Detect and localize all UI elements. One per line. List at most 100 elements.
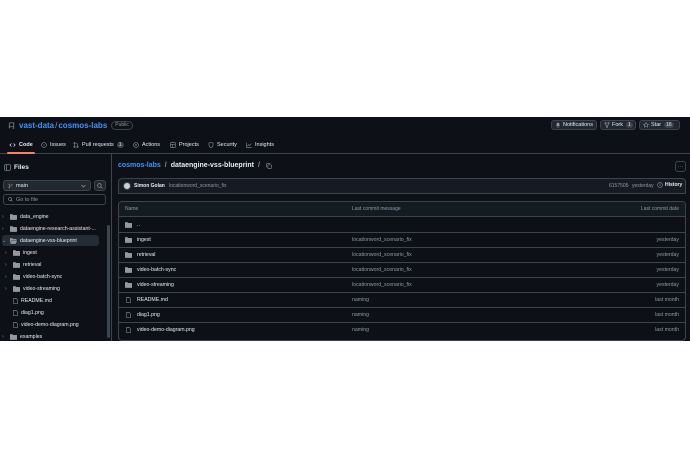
tab-insights[interactable]: Insights bbox=[246, 139, 274, 151]
tab-code-label: Code bbox=[19, 142, 33, 148]
table-row[interactable]: video-batch-sync locationword_scenario_f… bbox=[119, 262, 685, 278]
tree-item-vss-blueprint[interactable]: ⌄ dataengine-vss-blueprint bbox=[2, 235, 99, 246]
table-row[interactable]: video-demo-diagram.png naming last month bbox=[119, 322, 685, 337]
play-icon bbox=[133, 142, 139, 148]
chevron-right-icon: › bbox=[5, 261, 7, 268]
tree-item-retrieval[interactable]: › retrieval bbox=[5, 259, 41, 270]
tab-pull-requests[interactable]: Pull requests 1 bbox=[73, 139, 124, 151]
tree-item-video-streaming[interactable]: › video-streaming bbox=[5, 283, 60, 294]
tab-security[interactable]: Security bbox=[208, 139, 237, 151]
commit-dot: · bbox=[628, 183, 630, 189]
sidebar-collapse-icon[interactable] bbox=[4, 164, 11, 171]
row-name-link[interactable]: video-streaming bbox=[137, 282, 174, 288]
graph-icon bbox=[246, 142, 252, 148]
shield-icon bbox=[208, 142, 214, 148]
tree-item-label: ingest bbox=[23, 249, 37, 256]
row-commit-message[interactable]: locationword_scenario_fix bbox=[352, 277, 412, 292]
fork-label: Fork bbox=[612, 122, 623, 128]
repo-owner-link[interactable]: vast-data bbox=[19, 121, 54, 130]
folder-icon bbox=[10, 213, 17, 220]
row-commit-message[interactable]: naming bbox=[352, 292, 369, 307]
tree-item-data-engine[interactable]: › data_engine bbox=[2, 211, 49, 222]
tree-item-label: dataengine-research-assistant-... bbox=[20, 225, 96, 232]
tree-search-button[interactable] bbox=[94, 180, 106, 191]
commit-time: yesterday bbox=[632, 183, 654, 189]
row-name-link[interactable]: diag1.png bbox=[137, 312, 160, 318]
row-commit-message[interactable]: naming bbox=[352, 322, 369, 337]
row-name-link[interactable]: ingest bbox=[137, 237, 151, 243]
row-commit-date: yesterday bbox=[656, 251, 680, 258]
repo-separator: / bbox=[55, 121, 58, 130]
row-name-link[interactable]: README.md bbox=[137, 297, 168, 303]
sidebar-scrollbar[interactable] bbox=[107, 225, 110, 338]
code-icon bbox=[9, 142, 16, 148]
table-row[interactable]: diag1.png naming last month bbox=[119, 307, 685, 323]
tree-item-label: data_engine bbox=[20, 213, 49, 220]
file-icon bbox=[126, 326, 131, 333]
tree-item-video-batch-sync[interactable]: › video-batch-sync bbox=[5, 271, 62, 282]
history-button[interactable]: History bbox=[657, 182, 682, 188]
chevron-right-icon: › bbox=[5, 273, 7, 280]
tree-item-label: video-streaming bbox=[23, 285, 60, 292]
row-name-link[interactable]: video-demo-diagram.png bbox=[137, 327, 195, 333]
folder-icon bbox=[125, 281, 132, 288]
tree-item-ingest[interactable]: › ingest bbox=[5, 247, 37, 258]
tab-issues-label: Issues bbox=[50, 142, 66, 148]
sidebar-title: Files bbox=[14, 164, 29, 171]
row-commit-message[interactable]: locationword_scenario_fix bbox=[352, 232, 412, 247]
search-icon bbox=[97, 182, 103, 189]
table-row[interactable]: README.md naming last month bbox=[119, 292, 685, 308]
table-row[interactable]: video-streaming locationword_scenario_fi… bbox=[119, 277, 685, 293]
file-icon bbox=[126, 296, 131, 303]
kebab-icon: ··· bbox=[677, 163, 684, 170]
tab-issues[interactable]: Issues bbox=[41, 139, 66, 151]
file-icon bbox=[126, 311, 131, 318]
row-name-link[interactable]: video-batch-sync bbox=[137, 267, 176, 273]
table-header: Name Last commit message Last commit dat… bbox=[119, 202, 685, 217]
issue-icon bbox=[41, 142, 47, 148]
fork-button[interactable]: Fork 1 bbox=[600, 120, 636, 130]
tree-item-video-demo-diagram[interactable]: video-demo-diagram.png bbox=[13, 319, 79, 330]
avatar[interactable] bbox=[123, 182, 131, 190]
commit-message[interactable]: locationword_scenario_fix bbox=[169, 183, 227, 189]
tab-projects[interactable]: Projects bbox=[170, 139, 199, 151]
table-row[interactable]: ingest locationword_scenario_fix yesterd… bbox=[119, 232, 685, 248]
branch-selector[interactable]: main bbox=[3, 180, 91, 191]
tab-code[interactable]: Code bbox=[7, 139, 35, 154]
repo-name-link[interactable]: cosmos-labs bbox=[58, 121, 107, 130]
tab-actions-label: Actions bbox=[142, 142, 161, 148]
github-app: vast-data / cosmos-labs Public Notificat… bbox=[0, 117, 690, 341]
notifications-button[interactable]: Notifications bbox=[551, 120, 597, 130]
file-table: Name Last commit message Last commit dat… bbox=[118, 201, 686, 341]
tree-item-diag1[interactable]: diag1.png bbox=[13, 307, 44, 318]
parent-directory-row[interactable]: .. bbox=[119, 217, 685, 233]
notifications-label: Notifications bbox=[563, 122, 593, 128]
star-button[interactable]: Star 16 bbox=[639, 120, 680, 130]
chevron-right-icon: › bbox=[2, 225, 4, 232]
commit-hash[interactable]: 6157505 bbox=[609, 183, 628, 189]
parent-directory-link[interactable]: .. bbox=[137, 222, 140, 228]
history-label: History bbox=[665, 182, 683, 188]
tree-item-research-assistant[interactable]: › dataengine-research-assistant-... bbox=[2, 223, 96, 234]
tab-actions[interactable]: Actions bbox=[133, 139, 160, 151]
breadcrumb-repo-link[interactable]: cosmos-labs bbox=[118, 162, 161, 169]
fork-count: 1 bbox=[626, 122, 633, 128]
row-commit-date: last month bbox=[655, 296, 679, 303]
row-commit-message[interactable]: naming bbox=[352, 307, 369, 322]
go-to-file-input[interactable]: Go to file bbox=[3, 194, 106, 205]
tree-item-readme[interactable]: README.md bbox=[13, 295, 52, 306]
tree-item-examples[interactable]: › examples bbox=[2, 331, 42, 341]
bell-icon bbox=[555, 122, 561, 128]
commit-author[interactable]: Simon Golan bbox=[134, 183, 165, 189]
folder-icon bbox=[125, 251, 132, 258]
row-commit-date: yesterday bbox=[656, 266, 680, 273]
table-row[interactable]: retrieval locationword_scenario_fix yest… bbox=[119, 247, 685, 263]
folder-icon bbox=[125, 221, 132, 228]
breadcrumb-current-folder: dataengine-vss-blueprint bbox=[170, 162, 254, 169]
tree-item-label: README.md bbox=[21, 297, 52, 304]
row-name-link[interactable]: retrieval bbox=[137, 252, 155, 258]
row-commit-message[interactable]: locationword_scenario_fix bbox=[352, 247, 412, 262]
more-options-button[interactable]: ··· bbox=[675, 161, 686, 172]
copy-path-icon[interactable] bbox=[266, 162, 272, 169]
row-commit-message[interactable]: locationword_scenario_fix bbox=[352, 262, 412, 277]
